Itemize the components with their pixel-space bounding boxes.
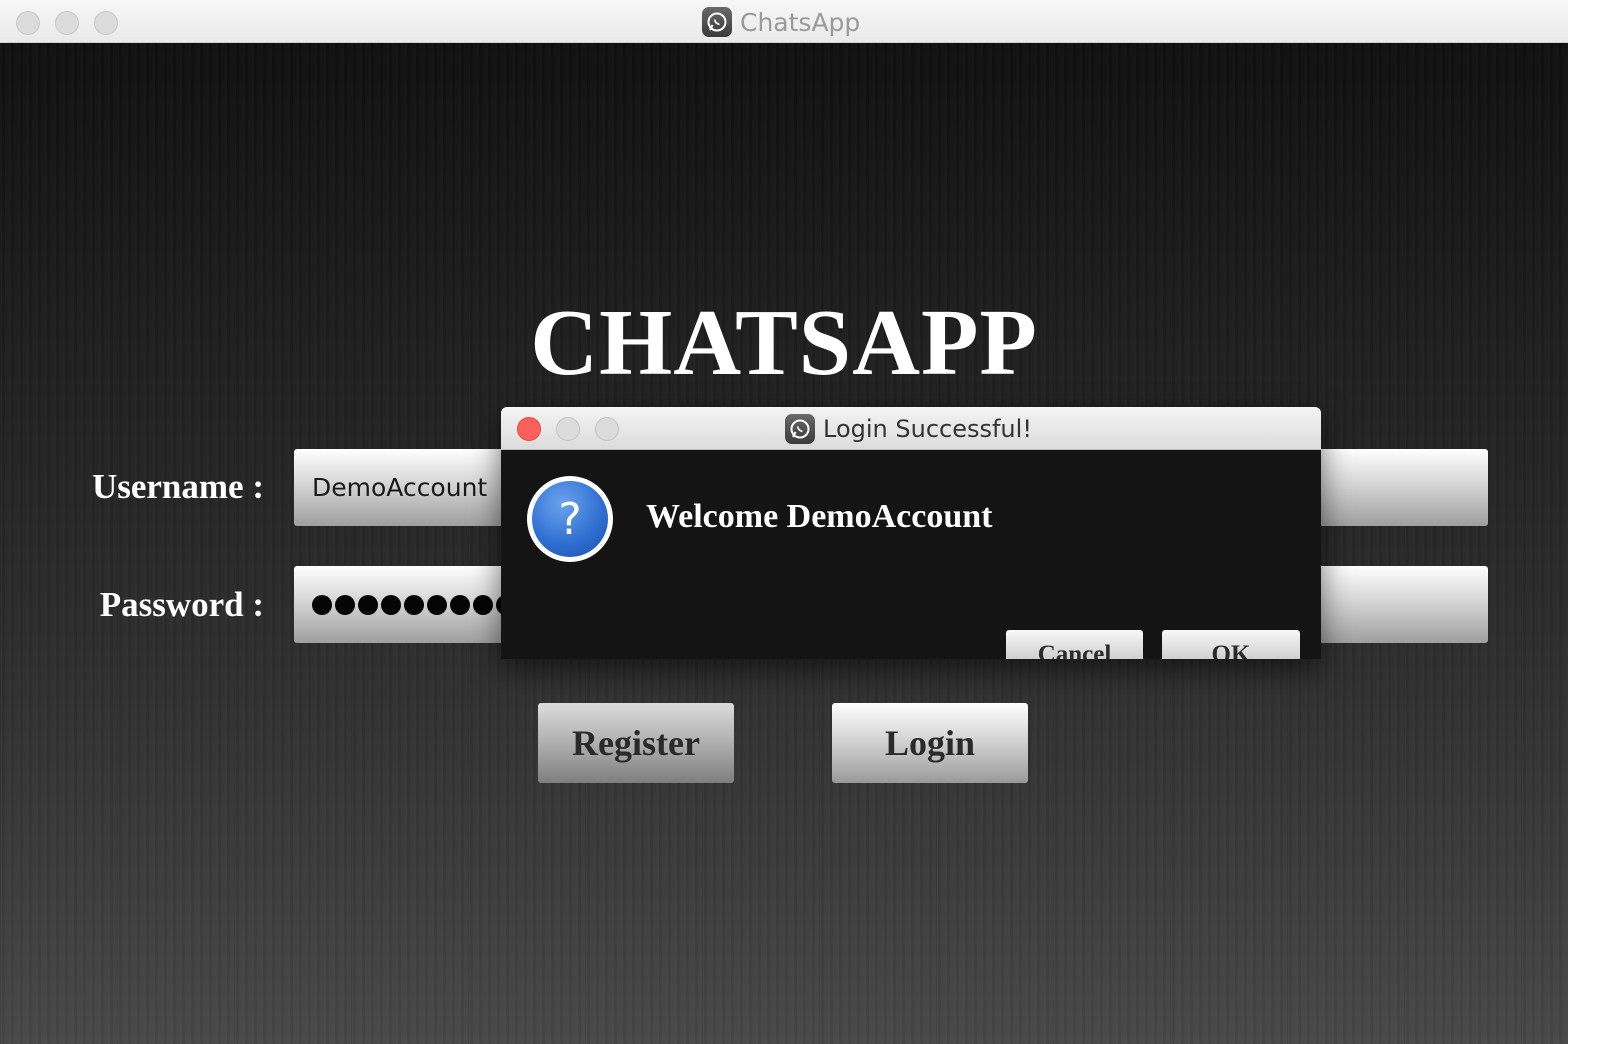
dialog-minimize-button[interactable] (556, 417, 580, 441)
username-value: DemoAccount (312, 473, 488, 502)
dialog-zoom-button[interactable] (595, 417, 619, 441)
window-title-text: ChatsApp (740, 7, 861, 37)
username-label: Username : (91, 467, 264, 506)
dialog-close-button[interactable] (517, 417, 541, 441)
password-label: Password : (99, 585, 264, 624)
password-dot (404, 594, 424, 615)
desktop-edge (1568, 0, 1602, 1044)
app-heading: CHATSAPP (530, 291, 1038, 395)
zoom-button[interactable] (94, 11, 118, 35)
close-button[interactable] (16, 11, 40, 35)
dialog-title-text: Login Successful! (823, 414, 1032, 443)
dialog-titlebar[interactable]: Login Successful! (501, 407, 1321, 450)
chatsapp-logo-icon (702, 7, 732, 37)
chatsapp-logo-icon (785, 413, 815, 444)
login-button[interactable]: Login (832, 703, 1028, 783)
password-dot (358, 594, 378, 615)
register-button[interactable]: Register (538, 703, 734, 783)
password-mask (312, 594, 516, 615)
dialog-body: ? Welcome DemoAccount Cancel OK (501, 450, 1321, 659)
login-successful-dialog: Login Successful! ? Welcome DemoAccount … (501, 407, 1321, 659)
chatsapp-main-window: ChatsApp CHATSAPP Username : DemoAccount… (0, 0, 1568, 1044)
main-titlebar[interactable]: ChatsApp (0, 0, 1568, 43)
password-dot (473, 594, 493, 615)
password-dot (427, 594, 447, 615)
question-icon: ? (527, 476, 613, 562)
minimize-button[interactable] (55, 11, 79, 35)
question-mark-glyph: ? (532, 481, 608, 557)
password-dot (335, 594, 355, 615)
password-dot (381, 594, 401, 615)
password-dot (312, 594, 332, 615)
ok-button[interactable]: OK (1162, 630, 1300, 659)
password-dot (450, 594, 470, 615)
dialog-message: Welcome DemoAccount (646, 498, 993, 535)
dialog-title: Login Successful! (785, 412, 1032, 445)
cancel-button[interactable]: Cancel (1006, 630, 1143, 659)
window-title: ChatsApp (702, 6, 860, 38)
